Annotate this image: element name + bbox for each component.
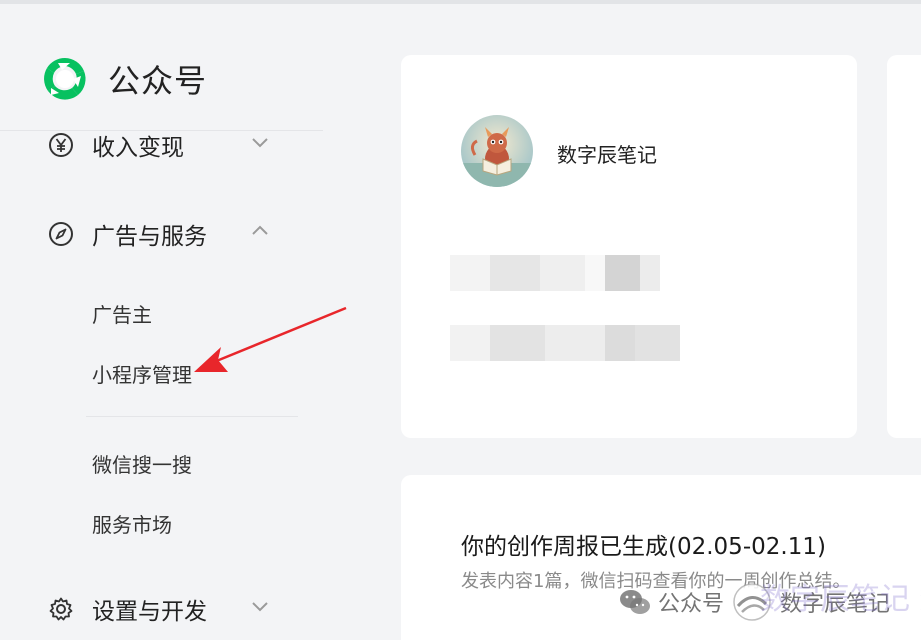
sidebar-group-income[interactable]: 收入变现	[48, 128, 288, 162]
chevron-up-icon[interactable]	[248, 219, 272, 243]
sidebar-group-label: 设置与开发	[92, 599, 207, 625]
account-name: 数字辰笔记	[557, 143, 657, 167]
chevron-down-icon[interactable]	[248, 594, 272, 618]
report-title: 你的创作周报已生成(02.05-02.11)	[461, 534, 826, 560]
account-profile-card: 数字辰笔记	[401, 55, 857, 438]
sidebar-item-advertiser[interactable]: 广告主	[92, 299, 152, 328]
dragon-avatar-image	[461, 115, 533, 187]
right-side-card	[887, 55, 921, 438]
compass-icon	[49, 222, 73, 246]
sidebar: 公众号 收入变现 广告与服务 广告主 小程序管理 微信搜一搜 服务市场 设置与开…	[0, 4, 380, 640]
chevron-down-icon[interactable]	[248, 130, 272, 154]
wechat-official-account-logo	[44, 57, 86, 100]
wechat-icon	[620, 590, 650, 614]
gear-icon	[49, 597, 73, 621]
avatar[interactable]	[461, 115, 533, 187]
sidebar-group-label: 收入变现	[92, 135, 184, 161]
blurred-info-row	[450, 255, 660, 291]
yen-coin-icon	[49, 133, 73, 157]
watermark-text: 公众号	[658, 592, 725, 617]
divider	[86, 416, 298, 417]
brand[interactable]: 公众号	[40, 54, 207, 104]
sidebar-item-wechat-search[interactable]: 微信搜一搜	[92, 449, 192, 478]
sidebar-group-label: 广告与服务	[92, 224, 207, 250]
blurred-info-row	[450, 325, 680, 361]
sidebar-group-settings-dev[interactable]: 设置与开发	[48, 592, 288, 626]
sidebar-item-service-market[interactable]: 服务市场	[92, 509, 172, 538]
sidebar-item-mini-program-management[interactable]: 小程序管理	[92, 359, 192, 388]
watermark-overlay-text: 数字辰笔记 数	[760, 582, 921, 617]
brand-name: 公众号	[108, 62, 208, 100]
sidebar-group-ads-services[interactable]: 广告与服务	[48, 217, 288, 251]
